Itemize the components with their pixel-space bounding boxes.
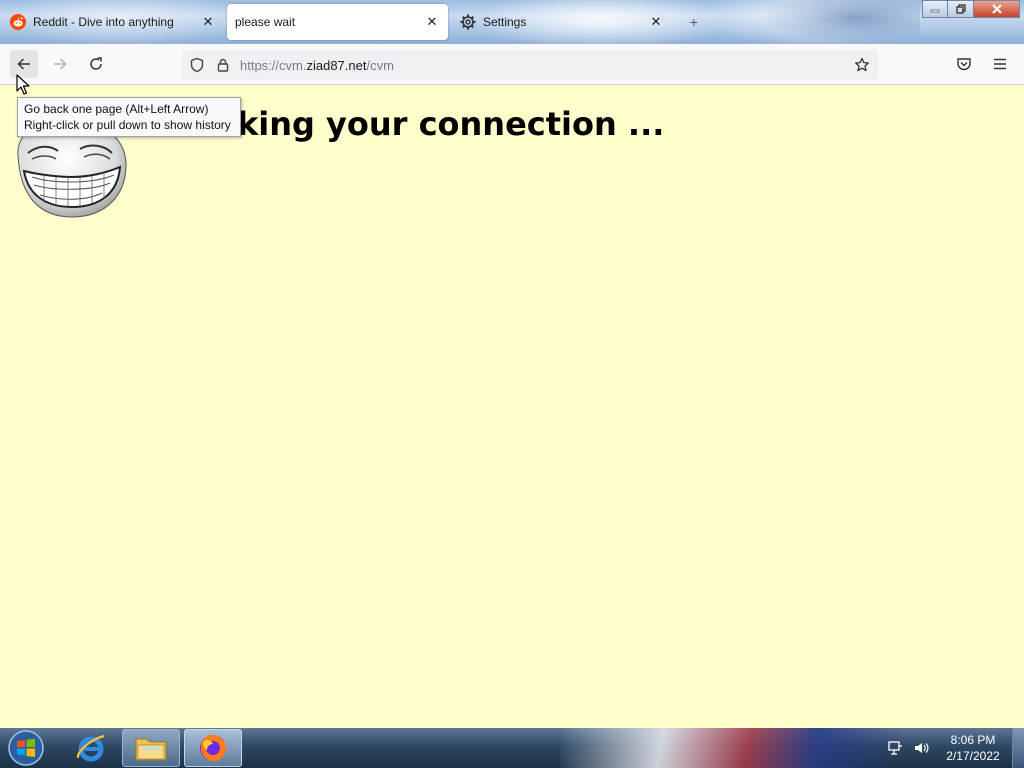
tracking-protection-shield-icon[interactable] bbox=[188, 56, 206, 74]
clock-time: 8:06 PM bbox=[950, 733, 996, 747]
window-controls bbox=[922, 0, 1020, 20]
folder-icon bbox=[135, 738, 167, 761]
taskbar-internet-explorer[interactable] bbox=[62, 729, 120, 767]
back-arrow-icon bbox=[17, 58, 30, 70]
tooltip-line: Go back one page (Alt+Left Arrow) bbox=[24, 102, 209, 116]
clock-date: 2/17/2022 bbox=[946, 749, 1000, 763]
tab-reddit[interactable]: Reddit - Dive into anything ✕ bbox=[0, 4, 224, 40]
plus-icon: + bbox=[689, 14, 699, 30]
reload-button[interactable] bbox=[82, 50, 110, 78]
pocket-button[interactable] bbox=[950, 50, 978, 78]
show-desktop-button[interactable] bbox=[1012, 728, 1024, 768]
bookmark-star-icon[interactable] bbox=[852, 55, 872, 75]
internet-explorer-icon bbox=[76, 734, 105, 762]
taskbar-firefox[interactable] bbox=[184, 729, 242, 767]
reddit-icon bbox=[10, 14, 26, 30]
navigation-toolbar: https://cvm.ziad87.net/cvm bbox=[0, 44, 1024, 85]
network-icon[interactable] bbox=[886, 739, 904, 757]
taskbar-file-explorer[interactable] bbox=[122, 729, 180, 767]
back-button-tooltip: Go back one page (Alt+Left Arrow) Right-… bbox=[17, 97, 241, 137]
tooltip-line: Right-click or pull down to show history bbox=[24, 118, 231, 132]
tab-label: Reddit - Dive into anything bbox=[33, 15, 174, 29]
tab-please-wait[interactable]: please wait ✕ bbox=[227, 4, 448, 40]
restore-button[interactable] bbox=[948, 0, 974, 18]
page-content: Checking your connection ... bbox=[0, 85, 1024, 728]
tab-settings[interactable]: Settings ✕ bbox=[450, 4, 672, 40]
app-menu-button[interactable] bbox=[986, 50, 1014, 78]
firefox-icon bbox=[200, 734, 226, 762]
close-icon[interactable]: ✕ bbox=[646, 12, 666, 32]
start-button[interactable] bbox=[6, 729, 46, 767]
url-text[interactable]: https://cvm.ziad87.net/cvm bbox=[240, 58, 394, 73]
address-bar[interactable]: https://cvm.ziad87.net/cvm bbox=[182, 50, 878, 80]
volume-icon[interactable] bbox=[912, 739, 930, 757]
wallpaper-art bbox=[560, 728, 900, 768]
lock-icon[interactable] bbox=[216, 57, 230, 73]
hamburger-menu-icon bbox=[994, 58, 1006, 70]
close-window-button[interactable] bbox=[974, 0, 1020, 18]
close-icon[interactable]: ✕ bbox=[198, 12, 218, 32]
system-tray bbox=[886, 728, 938, 768]
url-prefix: https://cvm. bbox=[240, 57, 307, 73]
url-path: /cvm bbox=[366, 57, 394, 73]
restore-icon bbox=[955, 4, 966, 14]
sky-shade bbox=[760, 0, 920, 44]
close-icon bbox=[991, 4, 1002, 14]
mouse-cursor-icon bbox=[16, 74, 30, 95]
pocket-icon bbox=[957, 58, 971, 71]
tab-label: Settings bbox=[483, 15, 527, 29]
url-domain: ziad87.net bbox=[306, 57, 367, 73]
minimize-icon bbox=[930, 9, 940, 13]
new-tab-button[interactable]: + bbox=[682, 10, 706, 34]
forward-arrow-icon bbox=[54, 58, 67, 70]
gear-icon bbox=[460, 14, 476, 30]
tab-bar: Reddit - Dive into anything ✕ please wai… bbox=[0, 0, 1024, 44]
minimize-button[interactable] bbox=[922, 0, 948, 18]
forward-button[interactable] bbox=[46, 50, 74, 78]
tab-label: please wait bbox=[235, 15, 296, 29]
close-icon[interactable]: ✕ bbox=[422, 12, 442, 32]
windows-taskbar: 8:06 PM 2/17/2022 bbox=[0, 728, 1024, 768]
windows-logo-icon bbox=[8, 730, 44, 766]
reload-icon bbox=[90, 57, 102, 70]
taskbar-clock[interactable]: 8:06 PM 2/17/2022 bbox=[938, 732, 1008, 764]
